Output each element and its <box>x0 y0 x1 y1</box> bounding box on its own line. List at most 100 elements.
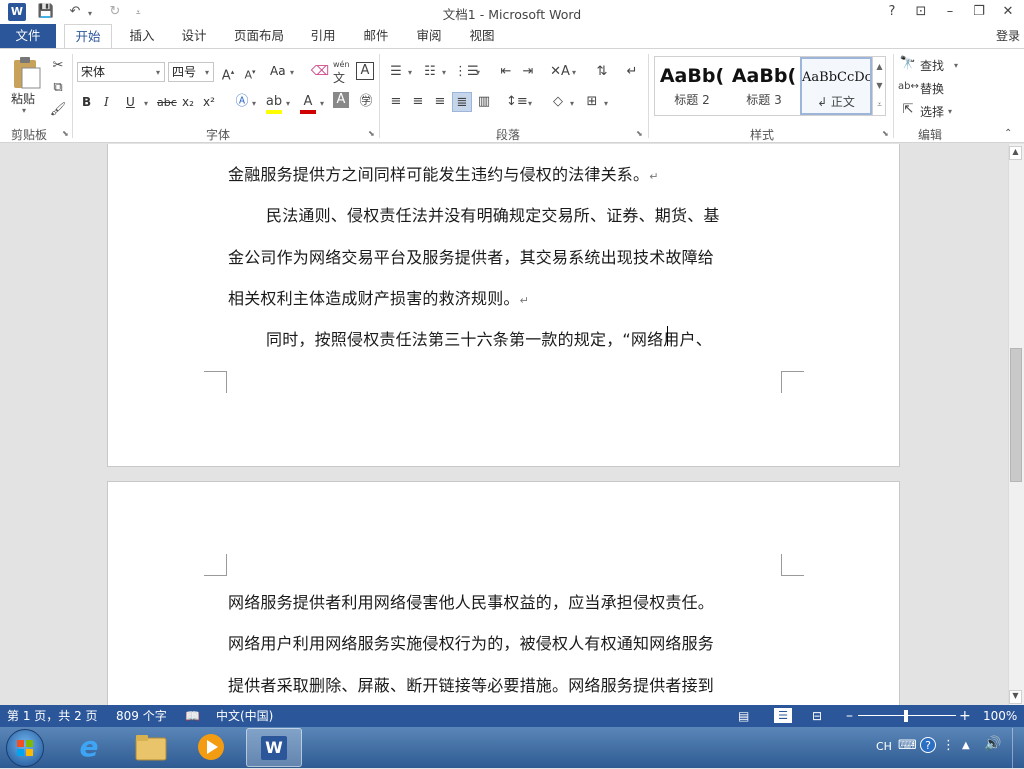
restore-button[interactable]: ❐ <box>966 2 992 22</box>
tab-review[interactable]: 审阅 <box>409 24 449 48</box>
zoom-in-icon[interactable]: + <box>959 705 971 727</box>
replace-button[interactable]: 替换 <box>920 80 944 97</box>
clipboard-launcher-icon[interactable]: ⬊ <box>62 130 70 138</box>
keyboard-icon[interactable]: ⌨ <box>898 738 917 753</box>
paste-button-label[interactable]: 粘贴 <box>11 90 35 107</box>
justify-icon[interactable]: ≣ <box>452 92 472 112</box>
select-button[interactable]: 选择 <box>920 103 944 120</box>
document-canvas[interactable]: 金融服务提供方之间同样可能发生违约与侵权的法律关系。↵ 民法通则、侵权责任法并没… <box>0 144 1008 705</box>
minimize-button[interactable]: – <box>937 2 963 22</box>
doc-line[interactable]: 同时，按照侵权责任法第三十六条第一款的规定，“网络用户、 <box>266 326 712 350</box>
word-count-status[interactable]: 809 个字 <box>116 705 167 727</box>
underline-button[interactable]: U <box>126 95 135 109</box>
page-count-status[interactable]: 第 1 页，共 2 页 <box>7 705 98 727</box>
style-normal[interactable]: AaBbCcDc ↲ 正文 <box>800 57 872 115</box>
italic-button[interactable]: I <box>104 95 109 109</box>
tab-mailings[interactable]: 邮件 <box>356 24 396 48</box>
doc-line[interactable]: 网络用户利用网络服务实施侵权行为的，被侵权人有权通知网络服务 <box>228 630 714 654</box>
scrollbar-thumb[interactable] <box>1010 348 1022 482</box>
subscript-button[interactable]: x₂ <box>182 95 194 109</box>
scroll-up-icon[interactable]: ▲ <box>1009 146 1022 160</box>
sort-icon[interactable]: ⇅ <box>592 62 612 82</box>
doc-line[interactable]: 金融服务提供方之间同样可能发生违约与侵权的法律关系。↵ <box>228 161 659 185</box>
find-button[interactable]: 查找 <box>920 57 944 74</box>
help-tray-icon[interactable]: ? <box>920 737 936 753</box>
numbering-icon[interactable]: ☷ <box>420 62 440 82</box>
font-color-dropdown-icon[interactable]: ▾ <box>320 99 324 108</box>
find-icon[interactable]: 🔭 <box>898 54 918 74</box>
replace-icon[interactable]: ab↔ <box>898 77 919 97</box>
settings-tray-icon[interactable]: ⋮ <box>942 738 955 753</box>
shading-dropdown-icon[interactable]: ▾ <box>570 99 574 108</box>
zoom-slider-thumb[interactable] <box>904 710 908 722</box>
character-border-icon[interactable]: A <box>356 62 374 80</box>
align-left-icon[interactable]: ≡ <box>386 92 406 112</box>
zoom-out-icon[interactable]: – <box>846 705 853 727</box>
doc-line[interactable]: 金公司作为网络交易平台及服务提供者，其交易系统出现技术故障给 <box>228 244 714 268</box>
tab-view[interactable]: 视图 <box>462 24 502 48</box>
show-desktop-button[interactable] <box>1012 728 1024 768</box>
chinese-layout-dropdown-icon[interactable]: ▾ <box>572 68 576 77</box>
align-right-icon[interactable]: ≡ <box>430 92 450 112</box>
paste-icon[interactable] <box>10 56 42 90</box>
zoom-level[interactable]: 100% <box>983 705 1017 727</box>
copy-icon[interactable]: ⧉ <box>48 78 68 98</box>
multilevel-list-icon[interactable]: ⋮☰ <box>454 62 479 82</box>
change-case-dropdown-icon[interactable]: ▾ <box>290 68 294 77</box>
text-effects-icon[interactable]: Ⓐ <box>232 92 252 112</box>
chinese-layout-icon[interactable]: ✕A <box>550 62 570 82</box>
strikethrough-button[interactable]: abc <box>157 96 177 109</box>
internet-explorer-icon[interactable]: e <box>72 730 106 764</box>
shading-icon[interactable]: ◇ <box>548 92 568 112</box>
tab-design[interactable]: 设计 <box>174 24 214 48</box>
align-center-icon[interactable]: ≡ <box>408 92 428 112</box>
font-launcher-icon[interactable]: ⬊ <box>368 130 376 138</box>
font-size-dropdown-icon[interactable]: ▾ <box>205 68 209 77</box>
collapse-ribbon-icon[interactable]: ⌃ <box>1004 128 1012 139</box>
doc-line[interactable]: 民法通则、侵权责任法并没有明确规定交易所、证券、期货、基 <box>266 202 720 226</box>
tab-insert[interactable]: 插入 <box>122 24 162 48</box>
sign-in-link[interactable]: 登录 <box>992 24 1024 48</box>
ribbon-display-options-icon[interactable]: ⊡ <box>908 2 934 22</box>
select-icon[interactable]: ⇱ <box>898 100 918 120</box>
paragraph-launcher-icon[interactable]: ⬊ <box>636 130 644 138</box>
doc-line[interactable]: 提供者采取删除、屏蔽、断开链接等必要措施。网络服务提供者接到 <box>228 672 714 696</box>
tab-page-layout[interactable]: 页面布局 <box>226 24 292 48</box>
print-layout-icon[interactable]: ☰ <box>774 708 792 723</box>
close-button[interactable]: ✕ <box>995 2 1021 22</box>
styles-gallery-scroll[interactable]: ▲ ▼ ⩡ <box>872 57 886 115</box>
borders-dropdown-icon[interactable]: ▾ <box>604 99 608 108</box>
bullets-icon[interactable]: ☰ <box>386 62 406 82</box>
font-color-icon[interactable]: A <box>298 92 318 114</box>
font-name-dropdown-icon[interactable]: ▾ <box>156 68 160 77</box>
superscript-button[interactable]: x² <box>203 95 215 109</box>
style-heading-3[interactable]: AaBb( 标题 3 <box>728 57 800 115</box>
taskbar-word-button[interactable]: W <box>246 728 302 767</box>
shrink-font-icon[interactable]: A▾ <box>240 62 260 82</box>
grow-font-icon[interactable]: A▴ <box>218 62 238 83</box>
cut-icon[interactable]: ✂ <box>48 56 68 76</box>
increase-indent-icon[interactable]: ⇥ <box>518 62 538 82</box>
doc-line-text[interactable]: 相关权利主体造成财产损害的救济规则。 <box>228 289 520 308</box>
web-layout-icon[interactable]: ⊟ <box>812 705 822 727</box>
doc-line[interactable]: 网络服务提供者利用网络侵害他人民事权益的，应当承担侵权责任。 <box>228 589 714 613</box>
tab-file[interactable]: 文件 <box>0 24 56 48</box>
tab-references[interactable]: 引用 <box>303 24 343 48</box>
bullets-dropdown-icon[interactable]: ▾ <box>408 68 412 77</box>
proofing-icon[interactable]: 📖 <box>185 705 200 727</box>
multilevel-dropdown-icon[interactable]: ▾ <box>476 68 480 77</box>
file-explorer-icon[interactable] <box>134 732 168 762</box>
borders-icon[interactable]: ⊞ <box>582 92 602 112</box>
show-hidden-icons-icon[interactable]: ▲ <box>962 740 970 751</box>
distributed-icon[interactable]: ▥ <box>474 92 494 112</box>
line-spacing-dropdown-icon[interactable]: ▾ <box>528 99 532 108</box>
scroll-down-icon[interactable]: ▼ <box>1009 690 1022 704</box>
styles-launcher-icon[interactable]: ⬊ <box>882 130 890 138</box>
doc-line-text[interactable]: 金融服务提供方之间同样可能发生违约与侵权的法律关系。 <box>228 165 649 184</box>
volume-icon[interactable]: 🔊 <box>984 736 1001 752</box>
read-mode-icon[interactable]: ▤ <box>738 705 749 727</box>
format-painter-icon[interactable]: 🖌 <box>48 100 68 120</box>
doc-line[interactable]: 相关权利主体造成财产损害的救济规则。↵ <box>228 285 529 309</box>
highlight-dropdown-icon[interactable]: ▾ <box>286 99 290 108</box>
media-player-icon[interactable] <box>194 732 228 762</box>
